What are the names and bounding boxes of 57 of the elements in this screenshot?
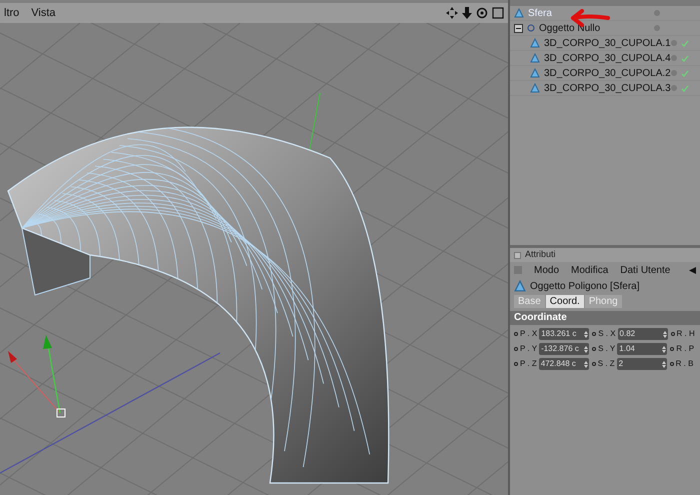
triangle-icon [514, 280, 526, 292]
bullet-icon [670, 332, 675, 336]
collapse-icon[interactable] [514, 24, 523, 32]
left-arrow-icon[interactable] [689, 266, 696, 274]
coordinate-label: R . B [676, 358, 694, 370]
spinner-arrows-icon[interactable] [662, 346, 666, 352]
coordinate-label: P . X [520, 328, 538, 340]
menu-item[interactable]: Modo [534, 262, 560, 278]
menu-item[interactable]: Modifica [571, 262, 608, 278]
value-field[interactable]: 472.848 c [538, 358, 589, 370]
coordinate-label: R . H [676, 328, 695, 340]
coordinate-label: S . X [598, 328, 616, 340]
coordinate-label: R . P [676, 343, 694, 355]
spinner-arrows-icon[interactable] [662, 330, 667, 338]
menu-item[interactable]: ltro [4, 4, 20, 22]
bullet-icon [514, 362, 518, 366]
coordinate-label: P . Z [520, 358, 537, 370]
bullet-icon [670, 347, 674, 351]
object-name[interactable]: 3D_CORPO_30_CUPOLA.2 [544, 66, 671, 80]
value-field[interactable]: 183.261 c [539, 328, 590, 340]
triangle-icon [514, 8, 524, 18]
bullet-icon [514, 347, 518, 351]
rotate-icon[interactable] [476, 7, 488, 19]
coordinate-label: S . Y [598, 343, 616, 355]
check-icon[interactable] [680, 54, 689, 62]
spinner-arrows-icon[interactable] [662, 360, 666, 368]
section-header: Coordinate [510, 311, 700, 325]
check-icon[interactable] [680, 84, 689, 92]
value-field[interactable]: 1.04 [617, 343, 668, 355]
bullet-icon [514, 332, 518, 336]
value-field[interactable]: 0.82 [618, 328, 668, 340]
object-name[interactable]: 3D_CORPO_30_CUPOLA.3 [544, 80, 671, 96]
null-object-icon [527, 23, 535, 33]
spinner-arrows-icon[interactable] [584, 360, 588, 368]
check-icon[interactable] [680, 70, 689, 76]
object-name[interactable]: 3D_CORPO_30_CUPOLA.1 [544, 36, 671, 50]
bullet-icon [592, 362, 596, 366]
bullet-icon [670, 362, 674, 366]
tab[interactable]: Coord. [546, 295, 584, 308]
menu-item[interactable]: Vista [31, 4, 56, 22]
bullet-icon [592, 347, 596, 351]
panel-square-icon [514, 252, 521, 258]
down-arrow-icon[interactable] [462, 7, 472, 19]
spinner-arrows-icon[interactable] [584, 346, 588, 352]
value-field[interactable]: -132.876 c [539, 343, 590, 355]
object-name[interactable]: 3D_CORPO_30_CUPOLA.4 [544, 50, 671, 66]
coordinate-label: S . Z [598, 358, 615, 370]
maximize-icon[interactable] [492, 7, 504, 19]
value-field[interactable]: 2 [616, 358, 667, 370]
spinner-arrows-icon[interactable] [584, 330, 588, 338]
coordinate-label: P . Y [520, 343, 538, 355]
check-icon[interactable] [680, 40, 689, 46]
bullet-icon [592, 332, 596, 336]
move-icon[interactable] [446, 7, 458, 19]
object-title: Oggetto Poligono [Sfera] [530, 280, 640, 294]
panel-title: Attributi [525, 248, 556, 262]
menu-item[interactable]: Dati Utente [620, 262, 670, 278]
